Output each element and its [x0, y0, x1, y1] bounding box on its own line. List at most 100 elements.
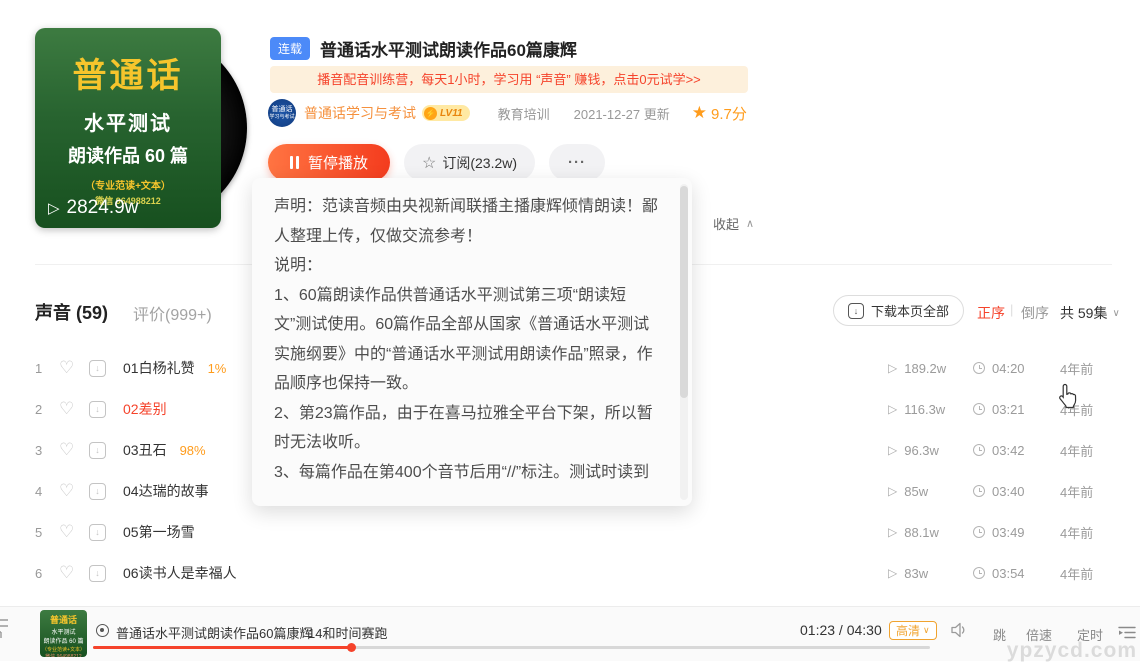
- duration-value: 03:54: [992, 565, 1025, 581]
- player-progress-knob[interactable]: [347, 643, 357, 652]
- level-icon: ⚡: [424, 106, 437, 120]
- popup-scrollbar-thumb[interactable]: [680, 186, 688, 398]
- category-tag[interactable]: 教育培训: [498, 104, 550, 123]
- cover-subtitle2: 朗读作品 60 篇: [67, 146, 189, 166]
- cover-title: 普通话: [72, 57, 184, 95]
- updated-date: 2021-12-27 更新: [573, 106, 670, 122]
- like-icon[interactable]: ♡: [59, 358, 89, 378]
- track-row[interactable]: 5 ♡ ↓ 05第一场雪 ▷ 88.1w 03:49 4年前: [35, 520, 1120, 544]
- intro-note-2: 2、第23篇作品，由于在喜马拉雅全平台下架，所以暂时无法收听。: [274, 404, 653, 452]
- chevron-down-icon: ∨: [923, 625, 930, 635]
- star-outline-icon: ☆: [422, 154, 437, 172]
- play-count: ▷ 116.3w: [888, 402, 945, 417]
- player-album-thumbnail[interactable]: 普通话 水平测试 朗读作品 60 篇 （专业范读+文本） 微信 96498821…: [40, 610, 87, 657]
- play-count: ▷ 189.2w: [888, 361, 946, 376]
- player-episode-title[interactable]: 14和时间赛跑: [308, 623, 387, 642]
- like-icon[interactable]: ♡: [59, 522, 89, 542]
- record-icon: [96, 624, 109, 637]
- duration: 03:40: [973, 484, 1025, 499]
- skip-button[interactable]: 跳: [993, 625, 1006, 644]
- track-title-playing[interactable]: 02差别: [123, 399, 167, 419]
- more-button[interactable]: ···: [549, 144, 606, 181]
- track-index: 6: [35, 565, 43, 581]
- download-icon[interactable]: ↓: [89, 441, 106, 459]
- clock-icon: [973, 403, 985, 415]
- clock-icon: [973, 567, 985, 579]
- play-count-value: 88.1w: [904, 524, 939, 540]
- play-icon: ▷: [48, 200, 60, 217]
- play-count-value: 189.2w: [904, 360, 947, 376]
- intro-note-title: 说明：: [274, 257, 323, 274]
- tab-comments[interactable]: 评价(999+): [133, 301, 212, 325]
- publisher-avatar[interactable]: 普通话 学习与考试: [268, 99, 296, 127]
- like-icon[interactable]: ♡: [59, 399, 89, 419]
- pause-button[interactable]: 暂停播放: [268, 144, 391, 181]
- rating-value: 9.7分: [711, 105, 747, 123]
- like-icon[interactable]: ♡: [59, 440, 89, 460]
- player-progress-track[interactable]: [93, 643, 930, 652]
- thumb-sub2: 朗读作品 60 篇: [43, 639, 84, 645]
- quality-selector[interactable]: 高清 ∨: [889, 621, 937, 640]
- ellipsis-icon: ···: [568, 154, 587, 171]
- play-count-value: 96.3w: [904, 442, 939, 458]
- level-label: LV11: [440, 107, 463, 119]
- progress-badge: 98%: [179, 442, 206, 458]
- play-count: ▷ 88.1w: [888, 525, 939, 540]
- clock-icon: [973, 526, 985, 538]
- progress-badge: 1%: [207, 360, 227, 376]
- chevron-up-icon: ∧: [746, 218, 755, 230]
- episodes-dropdown[interactable]: 共 59集 ∨: [1060, 303, 1120, 323]
- sort-separator: |: [1010, 302, 1014, 317]
- thumb-sub1: 水平测试: [51, 630, 76, 636]
- album-cover[interactable]: 普通话 水平测试 朗读作品 60 篇 （专业范读+文本） 微信 96498821…: [35, 28, 221, 228]
- clock-icon: [973, 444, 985, 456]
- track-index: 3: [35, 442, 43, 458]
- sort-ascending[interactable]: 正序: [977, 303, 1005, 323]
- player-time: 01:23 / 04:30: [800, 622, 882, 638]
- duration-value: 03:42: [992, 442, 1025, 458]
- download-icon[interactable]: ↓: [89, 482, 106, 500]
- duration: 03:21: [973, 402, 1025, 417]
- tab-sound[interactable]: 声音 (59): [35, 299, 108, 325]
- track-title[interactable]: 03丑石: [123, 440, 167, 460]
- collapse-label: 收起: [713, 217, 740, 232]
- download-page-button[interactable]: ↓ 下载本页全部: [833, 295, 965, 326]
- play-icon: ▷: [888, 443, 898, 457]
- download-icon[interactable]: ↓: [89, 564, 106, 582]
- cover-play-count: ▷ 2824.9w: [48, 197, 138, 219]
- like-icon[interactable]: ♡: [59, 481, 89, 501]
- thumb-title: 普通话: [49, 615, 77, 625]
- track-title[interactable]: 04达瑞的故事: [123, 481, 209, 501]
- dock-panel-icon[interactable]: [0, 615, 10, 644]
- upload-age: 4年前: [1060, 443, 1094, 459]
- duration-value: 04:20: [992, 360, 1025, 376]
- like-icon[interactable]: ♡: [59, 563, 89, 583]
- quality-label: 高清: [896, 624, 921, 638]
- publisher-row: 普通话 学习与考试 普通话学习与考试 ⚡ LV11 教育培训 2021-12-2…: [268, 98, 747, 128]
- sort-descending[interactable]: 倒序: [1021, 303, 1049, 323]
- avatar-text1: 普通话: [271, 106, 293, 113]
- track-title[interactable]: 01白杨礼赞: [123, 358, 195, 378]
- action-buttons: 暂停播放 ☆ 订阅(23.2w) ···: [268, 144, 606, 181]
- subscribe-label: 订阅(23.2w): [442, 154, 518, 171]
- duration: 03:49: [973, 525, 1025, 540]
- publisher-name[interactable]: 普通话学习与考试: [304, 103, 416, 123]
- download-icon: ↓: [848, 302, 864, 319]
- subscribe-button[interactable]: ☆ 订阅(23.2w): [404, 144, 536, 181]
- track-title[interactable]: 06读书人是幸福人: [123, 563, 237, 583]
- rating: ★ 9.7分: [692, 103, 747, 124]
- play-count-value: 85w: [904, 483, 929, 499]
- track-title[interactable]: 05第一场雪: [123, 522, 195, 542]
- chevron-down-icon: ∨: [1112, 307, 1120, 319]
- pause-icon: [290, 156, 299, 169]
- volume-icon[interactable]: [950, 621, 970, 644]
- download-icon[interactable]: ↓: [89, 359, 106, 377]
- player-album-title[interactable]: 普通话水平测试朗读作品60篇康辉: [116, 623, 312, 642]
- track-index: 2: [35, 401, 43, 417]
- track-row[interactable]: 6 ♡ ↓ 06读书人是幸福人 ▷ 83w 03:54 4年前: [35, 561, 1120, 585]
- promo-banner[interactable]: 播音配音训练营，每天1小时，学习用 “声音” 赚钱，点击0元试学>>: [270, 66, 748, 93]
- collapse-intro-button[interactable]: 收起 ∧: [713, 214, 754, 233]
- download-icon[interactable]: ↓: [89, 400, 106, 418]
- duration-value: 03:40: [992, 483, 1025, 499]
- download-icon[interactable]: ↓: [89, 523, 106, 541]
